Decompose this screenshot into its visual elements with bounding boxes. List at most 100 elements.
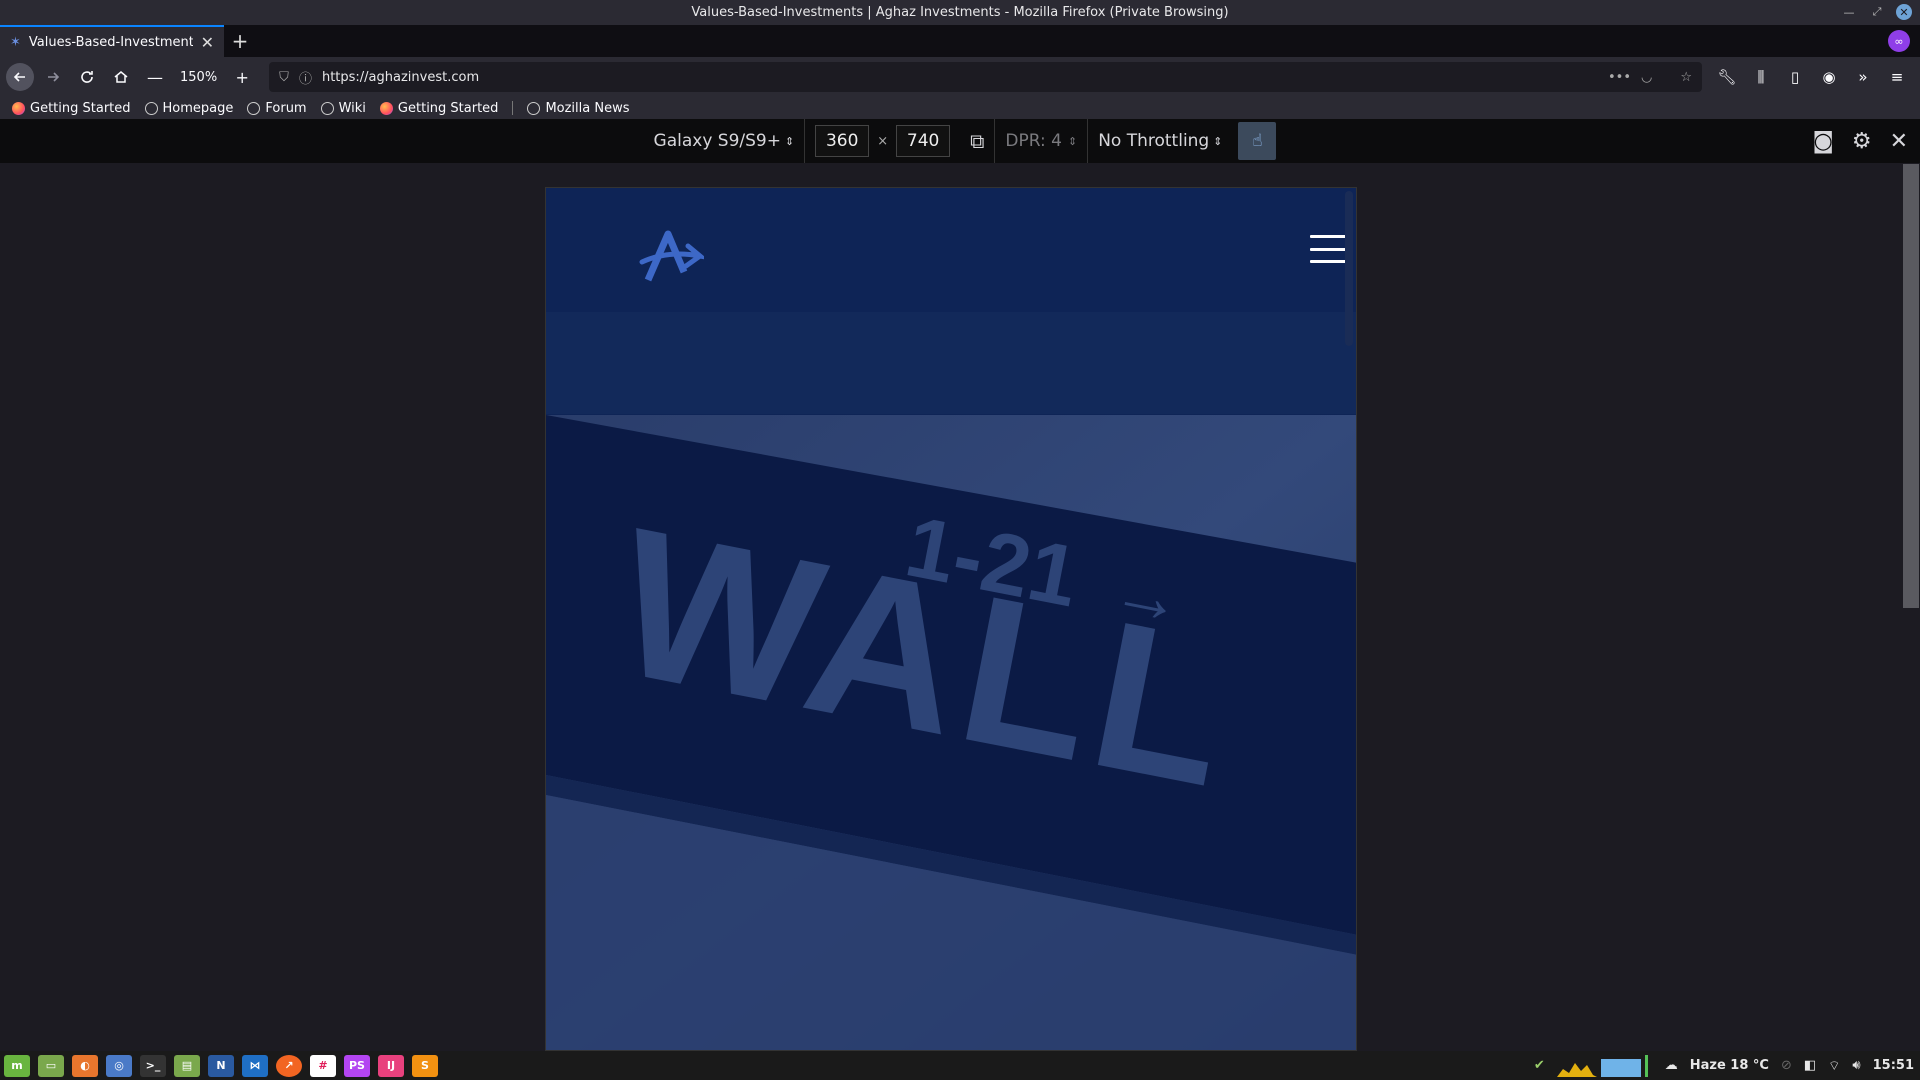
header-band (546, 312, 1356, 414)
slack-icon[interactable]: # (310, 1054, 336, 1077)
bookmark-forum[interactable]: Forum (247, 101, 307, 116)
close-rdm-icon[interactable]: ✕ (1890, 129, 1908, 154)
updown-icon: ⇕ (1067, 134, 1078, 148)
minimize-icon[interactable]: — (1840, 3, 1858, 21)
sidebar-icon[interactable]: ▯ (1780, 62, 1810, 92)
reload-icon (81, 71, 93, 83)
intellij-icon[interactable]: IJ (378, 1054, 404, 1077)
private-browsing-icon: ∞ (1888, 30, 1910, 52)
desktop-taskbar: m ▭ ◐ ◎ >_ ▤ N ⋈ ↗ # PS IJ S ✔ ☁ Haze 18… (0, 1051, 1920, 1080)
wifi-icon[interactable]: ⌔ (1828, 1058, 1840, 1074)
viewport-width-input[interactable]: 360 (815, 125, 870, 157)
back-button[interactable] (6, 63, 34, 91)
weather-cloud-icon[interactable]: ☁ (1665, 1058, 1678, 1073)
throttling-selector[interactable]: No Throttling ⇕ (1088, 119, 1232, 163)
bookmark-wiki[interactable]: Wiki (320, 101, 366, 116)
vscode-icon[interactable]: ⋈ (242, 1054, 268, 1077)
file-manager-icon[interactable]: ▤ (174, 1054, 200, 1077)
menu-icon[interactable]: ≡ (1882, 62, 1912, 92)
library-icon[interactable]: ⫼ (1746, 62, 1776, 92)
postman-icon[interactable]: ↗ (276, 1054, 302, 1077)
files-folder-icon[interactable]: ▭ (38, 1054, 64, 1077)
code-editor-icon[interactable]: N (208, 1054, 234, 1077)
device-name[interactable]: Galaxy S9/S9+ (654, 131, 781, 151)
rotate-icon: ⧉ (970, 129, 985, 153)
home-icon (114, 71, 128, 83)
close-window-icon[interactable]: ✕ (1896, 4, 1912, 20)
aghaz-logo-icon[interactable] (638, 228, 704, 284)
sublime-icon[interactable]: S (412, 1054, 438, 1077)
blocked-icon[interactable]: ⊘ (1781, 1058, 1792, 1073)
dpr-selector[interactable]: DPR: 4 ⇕ (995, 119, 1089, 163)
firefox-icon (12, 101, 25, 115)
info-icon[interactable]: ⓘ (299, 68, 312, 87)
screenshot-camera-icon[interactable]: ◙ (1812, 129, 1833, 154)
terminal-icon[interactable]: >_ (140, 1054, 166, 1077)
site-header (546, 188, 1356, 414)
account-icon[interactable]: ◉ (1814, 62, 1844, 92)
bookmark-label: Homepage (162, 100, 234, 116)
viewport-height-input[interactable]: 740 (896, 125, 951, 157)
bookmark-separator (512, 101, 514, 115)
settings-gear-icon[interactable]: ⚙ (1852, 129, 1872, 154)
rotate-button[interactable]: ⧉ (960, 119, 996, 163)
zoom-out-button[interactable]: — (140, 62, 170, 92)
zoom-in-button[interactable]: + (227, 62, 257, 92)
weather-text[interactable]: Haze 18 °C (1690, 1058, 1769, 1073)
home-button[interactable] (106, 62, 136, 92)
bookmark-getting-started[interactable]: Getting Started (12, 101, 131, 116)
tab-values-based-investments[interactable]: ✶ Values-Based-Investments ✕ (0, 25, 224, 57)
bookmark-label: Getting Started (397, 100, 499, 116)
zoom-level[interactable]: 150% (174, 70, 223, 85)
globe-icon (527, 101, 541, 115)
firefox-icon (379, 101, 393, 115)
close-tab-icon[interactable]: ✕ (201, 33, 214, 52)
maximize-icon[interactable]: ⤢ (1868, 3, 1886, 21)
window-title: Values-Based-Investments | Aghaz Investm… (691, 5, 1229, 20)
hamburger-menu-button[interactable] (1310, 235, 1346, 263)
globe-icon (320, 101, 334, 115)
bookmark-mozilla-news[interactable]: Mozilla News (527, 101, 630, 116)
shield-icon[interactable]: ⛉ (279, 70, 289, 85)
pocket-icon[interactable]: ◡ (1641, 70, 1652, 85)
system-monitor-graph[interactable] (1556, 1054, 1653, 1077)
bookmark-getting-started-2[interactable]: Getting Started (379, 100, 499, 116)
bookmark-label: Getting Started (30, 100, 131, 116)
touch-simulation-button[interactable]: ☝ (1238, 122, 1277, 160)
hand-pointer-icon: ☝ (1252, 131, 1263, 151)
wall-street-sign-graphic: 1-21 → WALL (546, 415, 1356, 1050)
viewport-size: 360 × 740 (805, 119, 960, 163)
arrow-right-icon (48, 72, 60, 82)
chromium-icon[interactable]: ◎ (106, 1054, 132, 1077)
tab-title: Values-Based-Investments (28, 34, 193, 50)
notification-icon[interactable]: ◧ (1804, 1058, 1816, 1073)
new-tab-button[interactable]: + (224, 25, 256, 57)
throttling-label: No Throttling (1098, 131, 1210, 151)
url-text[interactable]: https://aghazinvest.com (322, 70, 1598, 85)
url-bar[interactable]: ⛉ ⓘ https://aghazinvest.com ••• ◡ ☆ (269, 62, 1702, 92)
updown-icon: ⇕ (1213, 134, 1223, 148)
clock[interactable]: 15:51 (1873, 1058, 1914, 1073)
wrench-icon[interactable]: 🔧︎ (1712, 62, 1742, 92)
page-scrollbar-thumb[interactable] (1903, 164, 1919, 608)
bookmark-star-icon[interactable]: ☆ (1680, 70, 1692, 85)
security-shield-icon[interactable]: ✔ (1534, 1058, 1545, 1073)
site-favicon-icon: ✶ (10, 34, 21, 50)
bookmarks-toolbar: Getting Started Homepage Forum Wiki Gett… (0, 97, 1920, 119)
firefox-taskbar-icon[interactable]: ◐ (72, 1054, 98, 1077)
bookmark-homepage[interactable]: Homepage (144, 100, 234, 116)
tab-strip: ✶ Values-Based-Investments ✕ + ∞ (0, 25, 1920, 57)
phpstorm-icon[interactable]: PS (344, 1054, 370, 1077)
updown-icon: ⇕ (784, 134, 795, 148)
window-controls: — ⤢ ✕ (1840, 3, 1912, 21)
mint-menu-icon[interactable]: m (4, 1054, 30, 1077)
page-actions-icon[interactable]: ••• (1608, 70, 1631, 85)
arrow-left-icon (13, 72, 25, 82)
overflow-chevron-icon[interactable]: » (1848, 62, 1878, 92)
device-scrollbar[interactable] (1345, 191, 1353, 346)
globe-icon (247, 101, 261, 115)
forward-button[interactable] (38, 62, 68, 92)
reload-button[interactable] (72, 62, 102, 92)
volume-icon[interactable]: 🔊︎ (1852, 1058, 1860, 1073)
device-selector[interactable]: Galaxy S9/S9+ ⇕ (644, 119, 806, 163)
